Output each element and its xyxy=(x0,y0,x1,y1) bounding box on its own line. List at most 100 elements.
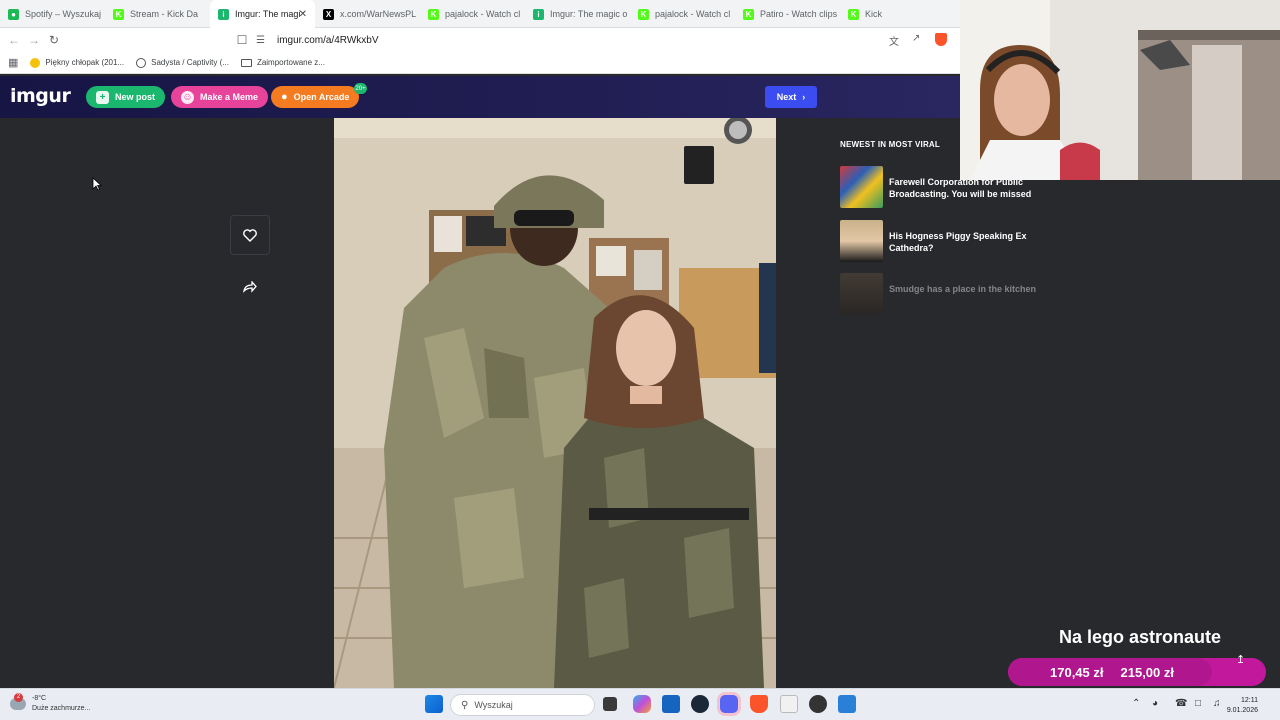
donation-goal-fill xyxy=(1008,658,1212,686)
browser-tab[interactable]: K Patiro - Watch clips xyxy=(735,0,840,28)
weather-widget[interactable]: 2 -8°C Duże zachmurze... xyxy=(10,693,91,714)
viral-post-thumbnail[interactable] xyxy=(840,273,883,315)
folder-icon xyxy=(240,58,252,67)
kick-icon: K xyxy=(428,8,439,20)
forward-icon[interactable]: → xyxy=(24,30,44,50)
browser-tab-label: Kick xyxy=(865,9,883,19)
scroll-top-icon[interactable]: ↥ xyxy=(1236,653,1245,666)
browser-tab[interactable]: Xx.com/WarNewsPL xyxy=(315,0,420,28)
make-meme-button[interactable]: ☺ Make a Meme xyxy=(171,86,269,108)
emoji-icon xyxy=(30,57,41,68)
windows-taskbar: 2 -8°C Duże zachmurze... ⚲ Wyszukaj ⌃ ◕ … xyxy=(0,688,1280,720)
task-view-icon[interactable] xyxy=(603,697,617,711)
brave-icon[interactable] xyxy=(750,695,768,713)
favorite-button[interactable] xyxy=(230,215,270,255)
browser-tab[interactable]: Kpajalock - Watch cl xyxy=(420,0,525,28)
browser-tab-label: Stream - Kick Da xyxy=(130,9,199,19)
browser-tab[interactable]: i Imgur: The magi ✕ xyxy=(210,0,315,28)
viral-post-item[interactable]: Smudge has a place in the kitchen xyxy=(840,273,1040,315)
browser-tab-label: Spotify – Wyszukaj xyxy=(25,9,101,19)
browser-tab-label: Patiro - Watch clips xyxy=(760,9,838,19)
close-tab-icon[interactable]: ✕ xyxy=(299,9,307,20)
address-bar[interactable]: ☰ imgur.com/a/4RWkxbV xyxy=(256,30,876,50)
tray-chevron-icon[interactable]: ⌃ xyxy=(1132,698,1140,709)
open-arcade-button[interactable]: ● Open Arcade xyxy=(271,86,360,108)
apps-grid-icon[interactable]: ▦ xyxy=(8,56,18,69)
new-post-label: New post xyxy=(115,92,156,102)
share-arrow-icon xyxy=(243,281,257,293)
browser-tab-label: pajalock - Watch cl xyxy=(655,9,731,19)
volume-icon[interactable]: ♫ xyxy=(1213,698,1221,709)
kick-icon: K xyxy=(848,8,859,20)
bookmark-item[interactable]: Sadysta / Captivity (... xyxy=(136,57,229,68)
browser-tab[interactable]: i Imgur: The magic o xyxy=(525,0,630,28)
bookmark-star-icon[interactable]: ☐ xyxy=(232,30,252,50)
viral-post-thumbnail[interactable] xyxy=(840,166,883,208)
microphone-icon[interactable]: ☎ xyxy=(1175,698,1187,709)
chevron-right-icon: › xyxy=(802,92,806,102)
back-icon[interactable]: ← xyxy=(4,30,24,50)
imgur-icon: i xyxy=(533,8,544,20)
meme-icon: ☺ xyxy=(181,90,194,104)
site-info-icon[interactable]: ☰ xyxy=(256,35,265,46)
next-label: Next xyxy=(776,92,797,102)
clock-date: 9.01.2026 xyxy=(1226,707,1258,714)
browser-toolbar: ← → ↻ ☐ ☰ imgur.com/a/4RWkxbV 文 ↗ xyxy=(0,28,960,52)
post-photo-illustration xyxy=(334,118,776,688)
windows-start-icon[interactable] xyxy=(425,695,443,713)
donation-current: 170,45 zł xyxy=(1050,664,1104,680)
display-icon[interactable]: □ xyxy=(1195,698,1201,709)
copilot-icon[interactable] xyxy=(633,695,651,713)
browser-tab-label: Imgur: The magi xyxy=(235,9,301,19)
share-button[interactable] xyxy=(230,267,270,307)
store-icon[interactable] xyxy=(662,695,680,713)
bookmark-label: Piękny chłopak (201... xyxy=(45,58,125,67)
translate-icon[interactable]: 文 xyxy=(889,33,899,48)
file-explorer-icon[interactable] xyxy=(780,695,798,713)
discord-icon[interactable] xyxy=(720,695,738,713)
viral-post-thumbnail[interactable] xyxy=(840,220,883,262)
next-button[interactable]: Next › xyxy=(765,86,817,108)
kick-icon: K xyxy=(113,8,124,20)
taskbar-search[interactable]: ⚲ Wyszukaj xyxy=(450,694,595,716)
post-actions-column xyxy=(0,118,302,688)
browser-tab[interactable]: K Stream - Kick Da xyxy=(105,0,210,28)
share-icon[interactable]: ↗ xyxy=(912,33,920,44)
donation-goal-title: Na lego astronaute xyxy=(1058,627,1222,647)
network-icon[interactable]: ◕ xyxy=(1152,698,1158,709)
spotify-icon: ● xyxy=(8,8,19,20)
browser-tab[interactable]: Kpajalock - Watch cl xyxy=(630,0,735,28)
kick-icon: K xyxy=(638,8,649,20)
bookmark-folder[interactable]: Zaimportowane z... xyxy=(240,58,325,67)
post-image[interactable] xyxy=(334,118,776,688)
plus-icon: + xyxy=(96,90,109,104)
url-text[interactable]: imgur.com/a/4RWkxbV xyxy=(277,35,379,46)
new-post-button[interactable]: + New post xyxy=(86,86,166,108)
imgur-icon: i xyxy=(218,8,229,20)
search-placeholder: Wyszukaj xyxy=(474,700,513,710)
browser-tab[interactable]: ● Spotify – Wyszukaj xyxy=(0,0,105,28)
brave-shield-icon[interactable] xyxy=(935,33,947,46)
mouse-cursor-icon xyxy=(92,177,102,191)
weather-description: Duże zachmurze... xyxy=(32,705,91,712)
arcade-count-badge: 20+ xyxy=(354,83,367,94)
x-icon: X xyxy=(323,8,334,20)
viral-post-item[interactable]: His Hogness Piggy Speaking Ex Cathedra? xyxy=(840,220,1040,262)
app-blue-icon[interactable] xyxy=(838,695,856,713)
open-arcade-label: Open Arcade xyxy=(293,92,350,102)
browser-tab-label: pajalock - Watch cl xyxy=(445,9,521,19)
weather-badge: 2 xyxy=(14,693,23,702)
taskbar-clock[interactable]: 12:11 9.01.2026 xyxy=(1227,696,1258,716)
viral-post-title[interactable]: His Hogness Piggy Speaking Ex Cathedra? xyxy=(889,220,1040,262)
app-icon[interactable] xyxy=(809,695,827,713)
bookmark-item[interactable]: Piękny chłopak (201... xyxy=(30,57,125,68)
steam-icon[interactable] xyxy=(691,695,709,713)
weather-cloud-icon: 2 xyxy=(10,693,26,710)
reload-icon[interactable]: ↻ xyxy=(44,30,64,50)
browser-tab-label: x.com/WarNewsPL xyxy=(340,9,417,19)
browser-tab[interactable]: K Kick xyxy=(840,0,945,28)
make-meme-label: Make a Meme xyxy=(200,92,259,102)
search-icon: ⚲ xyxy=(461,699,469,711)
viral-post-title[interactable]: Smudge has a place in the kitchen xyxy=(889,273,1036,315)
imgur-logo[interactable]: imgur xyxy=(10,85,71,107)
